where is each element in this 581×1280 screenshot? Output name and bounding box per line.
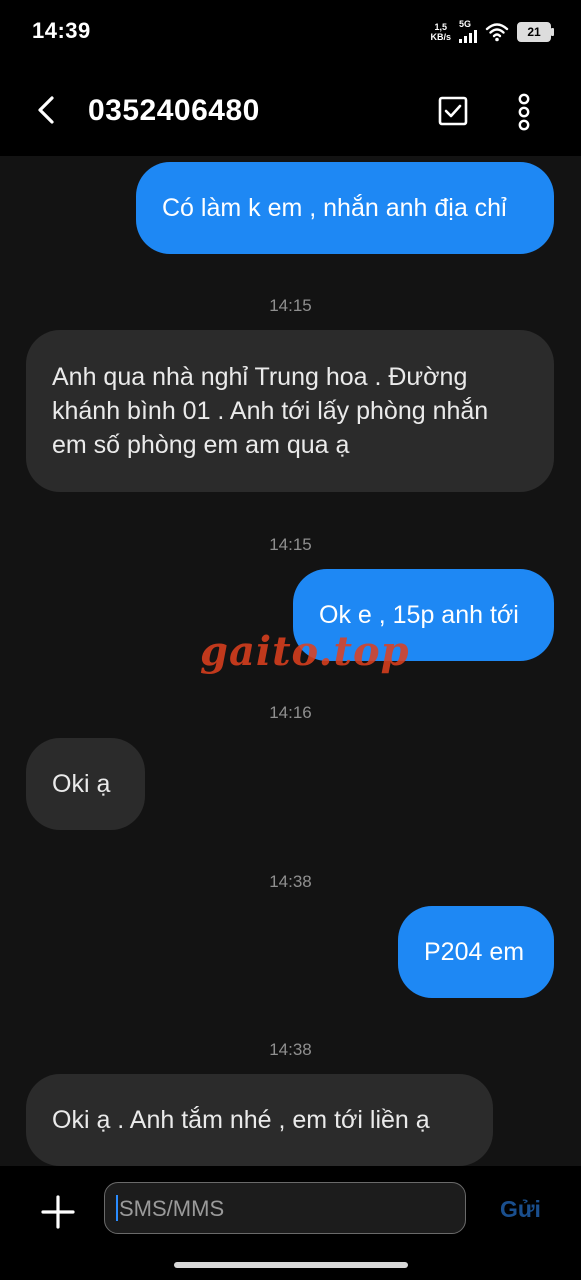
message-input[interactable] [117, 1193, 451, 1225]
message-timestamp: 14:15 [269, 296, 312, 315]
back-arrow-icon[interactable] [30, 90, 66, 130]
status-bar: 14:39 1,5 KB/s 5G 21 [0, 0, 581, 64]
message-text: Oki ạ . Anh tắm nhé , em tới liền ạ [52, 1106, 430, 1134]
received-message-bubble[interactable]: Oki ạ . Anh tắm nhé , em tới liền ạ [26, 1074, 493, 1166]
sent-message-bubble[interactable]: P204 em [398, 906, 554, 998]
received-message-bubble[interactable]: Oki ạ [26, 738, 145, 830]
sent-message-bubble[interactable]: Có làm k em , nhắn anh địa chỉ [136, 162, 554, 254]
received-message-bubble[interactable]: Anh qua nhà nghỉ Trung hoa . Đường khánh… [26, 330, 554, 492]
conversation-header: 0352406480 [0, 64, 581, 156]
network-speed-unit: KB/s [430, 31, 451, 42]
select-checkbox-icon[interactable] [436, 94, 470, 128]
message-input-container[interactable] [104, 1182, 466, 1234]
network-speed-value: 1,5 [434, 21, 447, 32]
message-timestamp: 14:15 [269, 535, 312, 554]
message-text: P204 em [424, 938, 525, 966]
message-text: Có làm k em , nhắn anh địa chỉ [162, 194, 507, 222]
send-button[interactable]: Gửi [500, 1196, 541, 1223]
network-speed: 1,5 KB/s [430, 22, 451, 42]
contact-title: 0352406480 [88, 94, 260, 127]
message-text: Anh qua nhà nghỉ Trung hoa . Đường khánh… [52, 363, 489, 459]
home-indicator[interactable] [174, 1262, 408, 1268]
status-icons: 1,5 KB/s 5G 21 [430, 20, 554, 43]
more-vertical-icon[interactable] [506, 92, 542, 132]
message-text: Ok e , 15p anh tới [319, 601, 519, 629]
battery-icon: 21 [517, 21, 554, 42]
plus-icon[interactable] [38, 1192, 78, 1232]
message-timestamp: 14:38 [269, 1040, 312, 1059]
watermark-logo: gaito.top [200, 628, 410, 675]
message-text: Oki ạ [52, 770, 111, 798]
message-timestamp: 14:16 [269, 703, 312, 722]
network-type-label: 5G [459, 19, 472, 29]
cellular-group: 5G [459, 20, 477, 43]
message-composer: Gửi [0, 1166, 581, 1280]
signal-strength-icon [459, 29, 477, 43]
wifi-icon [485, 22, 509, 41]
status-time: 14:39 [32, 18, 91, 43]
message-timestamp: 14:38 [269, 872, 312, 891]
